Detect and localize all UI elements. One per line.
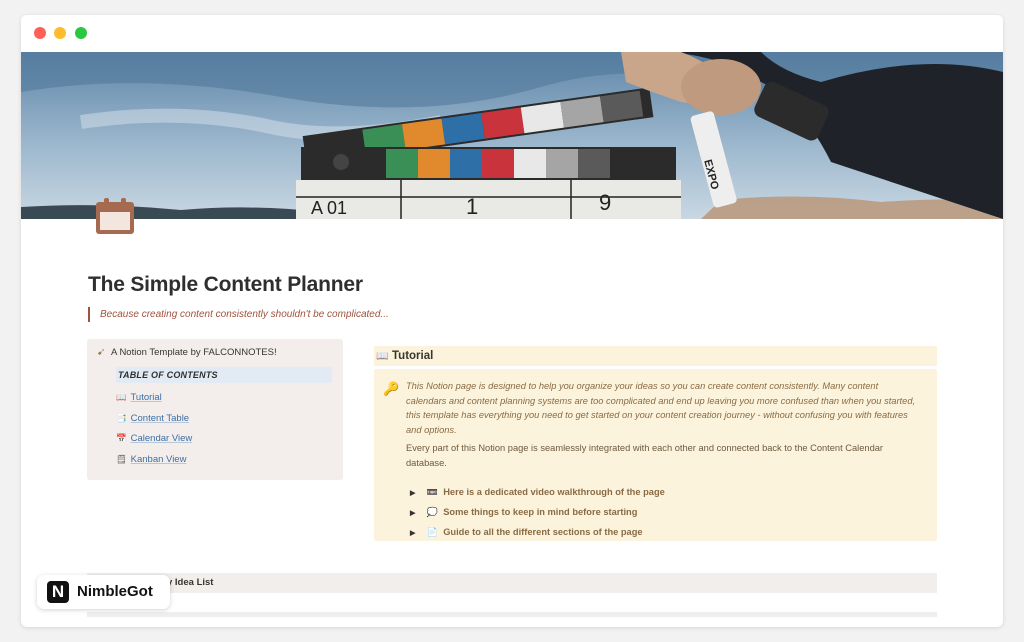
video-icon: 📼 — [426, 487, 438, 497]
toc-list: 📖 Tutorial 📑 Content Table 📅 Calendar Vi… — [116, 389, 192, 472]
zoom-window-button[interactable] — [75, 27, 87, 39]
thought-icon: 💭 — [426, 507, 438, 517]
toggle-things-to-keep-in-mind[interactable]: ▶ 💭 Some things to keep in mind before s… — [410, 507, 665, 527]
toc-item-tutorial[interactable]: 📖 Tutorial — [116, 389, 192, 410]
toggle-arrow-icon[interactable]: ▶ — [410, 509, 424, 517]
idea-list-header[interactable]: y Idea List — [87, 573, 937, 593]
toggle-sections-guide[interactable]: ▶ 📄 Guide to all the different sections … — [410, 527, 665, 547]
toggle-label: Some things to keep in mind before start… — [443, 507, 638, 517]
tutorial-heading-text: Tutorial — [392, 350, 434, 362]
nimblegot-watermark-badge: N NimbleGot — [37, 575, 170, 609]
section-divider-bar — [87, 612, 937, 617]
toc-header-text: A Notion Template by FALCONNOTES! — [111, 347, 277, 358]
toc-header: ➹ A Notion Template by FALCONNOTES! — [97, 347, 277, 358]
integration-text: Every part of this Notion page is seamle… — [406, 443, 884, 468]
tutorial-intro-text: This Notion page is designed to help you… — [406, 381, 916, 435]
table-icon: 📑 — [116, 412, 127, 423]
book-icon: 📖 — [116, 392, 127, 402]
toggle-arrow-icon[interactable]: ▶ — [410, 489, 424, 497]
toggle-label: Here is a dedicated video walkthrough of… — [443, 487, 665, 497]
toc-title: TABLE OF CONTENTS — [116, 367, 332, 383]
toc-link-label[interactable]: Calendar View — [131, 433, 193, 444]
document-icon: 📄 — [426, 527, 438, 537]
page-quote: Because creating content consistently sh… — [88, 307, 389, 322]
bird-icon: ➹ — [97, 347, 106, 358]
nimblegot-brand-text: NimbleGot — [77, 583, 153, 600]
board-icon: 🗒 — [116, 454, 127, 465]
slate-take-value: 9 — [599, 190, 611, 215]
toggle-label: Guide to all the different sections of t… — [443, 527, 643, 537]
toc-link-label[interactable]: Content Table — [131, 413, 189, 424]
toc-item-kanban-view[interactable]: 🗒 Kanban View — [116, 451, 192, 472]
toc-item-content-table[interactable]: 📑 Content Table — [116, 410, 192, 431]
table-of-contents-card: ➹ A Notion Template by FALCONNOTES! TABLE… — [87, 339, 343, 480]
key-icon: 🔑 — [383, 381, 400, 396]
slate-scene-value: 1 — [466, 194, 478, 219]
calendar-icon[interactable] — [94, 196, 136, 236]
close-window-button[interactable] — [34, 27, 46, 39]
calendar-icon: 📅 — [116, 433, 127, 444]
window-titlebar — [21, 15, 1003, 52]
minimize-window-button[interactable] — [54, 27, 66, 39]
tutorial-toggle-list: ▶ 📼 Here is a dedicated video walkthroug… — [410, 487, 665, 547]
browser-window: A 01 1 9 EXPO The Simple Content Planner… — [21, 15, 1003, 627]
toc-link-label[interactable]: Kanban View — [131, 454, 187, 465]
slate-roll-value: A 01 — [311, 198, 347, 218]
page-title: The Simple Content Planner — [88, 273, 363, 296]
tutorial-callout: 🔑 This Notion page is designed to help y… — [374, 369, 937, 541]
page-cover-image[interactable]: A 01 1 9 EXPO — [21, 52, 1003, 219]
tutorial-heading[interactable]: 📖 Tutorial — [374, 346, 937, 366]
toc-item-calendar-view[interactable]: 📅 Calendar View — [116, 430, 192, 451]
book-icon: 📖 — [376, 351, 389, 362]
nimblegot-logo-icon: N — [47, 581, 69, 603]
toggle-video-walkthrough[interactable]: ▶ 📼 Here is a dedicated video walkthroug… — [410, 487, 665, 507]
toggle-arrow-icon[interactable]: ▶ — [410, 529, 424, 537]
toc-link-label[interactable]: Tutorial — [130, 392, 161, 403]
